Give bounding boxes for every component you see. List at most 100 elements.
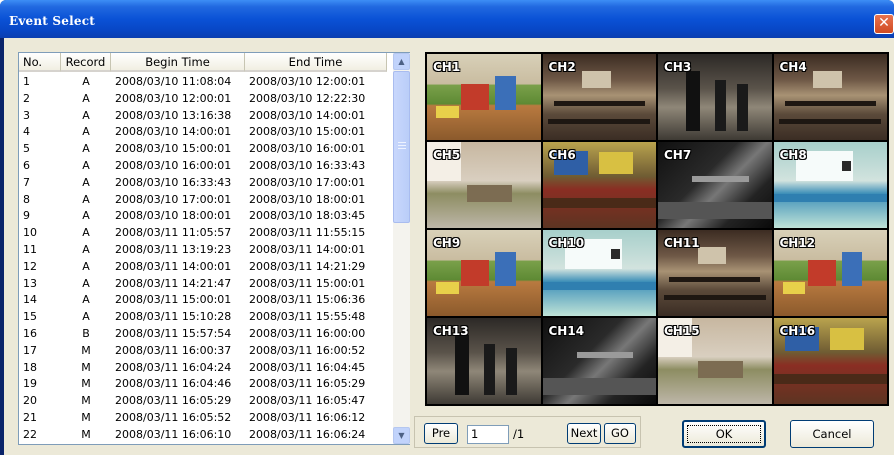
video-frame-detail <box>466 185 513 203</box>
cell-end-time: 2008/03/11 16:04:45 <box>249 360 366 374</box>
table-row[interactable]: 2 A 2008/03/10 12:00:01 2008/03/10 12:22:30 <box>19 91 391 108</box>
camera-view-1[interactable]: CH1 <box>427 54 541 140</box>
video-frame-detail <box>483 343 496 396</box>
channel-label: CH5 <box>433 148 461 162</box>
table-row[interactable]: 13 A 2008/03/11 14:21:47 2008/03/11 15:00:0… <box>19 276 391 293</box>
table-row[interactable]: 8 A 2008/03/10 17:00:01 2008/03/10 18:00:01 <box>19 192 391 209</box>
cell-begin-time: 2008/03/11 15:00:01 <box>115 293 232 307</box>
cell-end-time: 2008/03/11 16:06:12 <box>249 410 366 424</box>
table-row[interactable]: 12 A 2008/03/11 14:00:01 2008/03/11 14:21:2… <box>19 259 391 276</box>
cell-record: M <box>81 410 91 424</box>
cell-record: B <box>82 326 90 340</box>
video-frame-detail <box>542 378 656 396</box>
channel-label: CH10 <box>548 236 585 250</box>
channel-label: CH7 <box>664 148 692 162</box>
column-header-end-time[interactable]: End Time <box>245 53 387 72</box>
chevron-down-icon: ▼ <box>398 431 405 440</box>
window-title: Event Select <box>9 14 95 28</box>
table-row[interactable]: 7 A 2008/03/10 16:33:43 2008/03/10 17:00:01 <box>19 175 391 192</box>
camera-view-11[interactable]: CH11 <box>658 230 772 316</box>
table-row[interactable]: 9 A 2008/03/10 18:00:01 2008/03/10 18:03:45 <box>19 208 391 225</box>
column-header-begin-time[interactable]: Begin Time <box>111 53 245 72</box>
table-row[interactable]: 16 B 2008/03/11 15:57:54 2008/03/11 16:00:0… <box>19 326 391 343</box>
column-header-record[interactable]: Record <box>61 53 111 72</box>
video-frame-detail <box>461 260 490 286</box>
camera-view-3[interactable]: CH3 <box>658 54 772 140</box>
video-frame-detail <box>782 281 806 294</box>
table-row[interactable]: 14 A 2008/03/11 15:00:01 2008/03/11 15:06:3… <box>19 292 391 309</box>
cell-end-time: 2008/03/11 15:00:01 <box>249 276 366 290</box>
camera-view-7[interactable]: CH7 <box>658 142 772 228</box>
table-row[interactable]: 21 M 2008/03/11 16:05:52 2008/03/11 16:06:1… <box>19 410 391 427</box>
table-row[interactable]: 20 M 2008/03/11 16:05:29 2008/03/11 16:05:4… <box>19 393 391 410</box>
table-row[interactable]: 4 A 2008/03/10 14:00:01 2008/03/10 15:00:01 <box>19 124 391 141</box>
scroll-down-button[interactable]: ▼ <box>393 427 410 444</box>
scroll-thumb[interactable] <box>393 71 410 223</box>
table-row[interactable]: 19 M 2008/03/11 16:04:46 2008/03/11 16:05:2… <box>19 376 391 393</box>
table-row[interactable]: 5 A 2008/03/10 15:00:01 2008/03/10 16:00:01 <box>19 141 391 158</box>
cell-no: 14 <box>23 293 37 307</box>
table-row[interactable]: 1 A 2008/03/10 11:08:04 2008/03/10 12:00:01 <box>19 74 391 91</box>
video-frame-detail <box>773 193 887 203</box>
cell-record: M <box>81 394 91 408</box>
page-number-input[interactable]: 1 <box>467 425 509 444</box>
table-row[interactable]: 15 A 2008/03/11 15:10:28 2008/03/11 15:55:4… <box>19 309 391 326</box>
cell-no: 9 <box>23 209 30 223</box>
cell-end-time: 2008/03/10 18:03:45 <box>249 209 366 223</box>
camera-view-13[interactable]: CH13 <box>427 318 541 404</box>
scroll-up-button[interactable]: ▲ <box>393 53 410 70</box>
video-frame-detail <box>697 361 744 379</box>
table-row[interactable]: 3 A 2008/03/10 13:16:38 2008/03/10 14:00:01 <box>19 108 391 125</box>
table-row[interactable]: 10 A 2008/03/11 11:05:57 2008/03/11 11:55:1… <box>19 225 391 242</box>
camera-view-9[interactable]: CH9 <box>427 230 541 316</box>
camera-view-4[interactable]: CH4 <box>773 54 887 140</box>
camera-view-2[interactable]: CH2 <box>542 54 656 140</box>
cell-end-time: 2008/03/10 15:00:01 <box>249 125 366 139</box>
cell-end-time: 2008/03/11 16:05:47 <box>249 394 366 408</box>
vertical-scrollbar[interactable]: ▲ ▼ <box>393 53 410 444</box>
next-page-button[interactable]: Next <box>567 423 601 444</box>
cell-end-time: 2008/03/10 18:00:01 <box>249 192 366 206</box>
list-header: No. Record Begin Time End Time <box>19 53 387 72</box>
go-button[interactable]: GO <box>604 423 636 444</box>
ok-button[interactable]: OK <box>682 420 766 448</box>
cancel-button[interactable]: Cancel <box>790 420 874 448</box>
table-row[interactable]: 17 M 2008/03/11 16:00:37 2008/03/11 16:00:5… <box>19 343 391 360</box>
camera-view-6[interactable]: CH6 <box>542 142 656 228</box>
title-bar[interactable]: Event Select ✕ <box>0 0 894 38</box>
cell-begin-time: 2008/03/11 16:04:46 <box>115 377 232 391</box>
event-list[interactable]: No. Record Begin Time End Time 1 A 2008/03… <box>18 52 410 445</box>
video-frame-detail <box>714 79 727 132</box>
camera-view-10[interactable]: CH10 <box>542 230 656 316</box>
column-header-no[interactable]: No. <box>19 53 61 72</box>
table-row[interactable]: 22 M 2008/03/11 16:06:10 2008/03/11 16:06:2… <box>19 427 391 444</box>
cell-no: 6 <box>23 158 30 172</box>
table-row[interactable]: 6 A 2008/03/10 16:00:01 2008/03/10 16:33:43 <box>19 158 391 175</box>
cell-no: 21 <box>23 410 37 424</box>
camera-view-5[interactable]: CH5 <box>427 142 541 228</box>
cell-begin-time: 2008/03/11 15:10:28 <box>115 310 232 324</box>
cell-record: M <box>81 360 91 374</box>
cell-record: A <box>82 242 90 256</box>
cell-end-time: 2008/03/11 16:05:29 <box>249 377 366 391</box>
cell-no: 18 <box>23 360 37 374</box>
camera-view-15[interactable]: CH15 <box>658 318 772 404</box>
cell-no: 4 <box>23 125 30 139</box>
video-frame-detail <box>813 71 842 89</box>
video-frame-detail <box>784 101 876 107</box>
cell-end-time: 2008/03/11 15:55:48 <box>249 310 366 324</box>
cell-begin-time: 2008/03/11 16:05:29 <box>115 394 232 408</box>
camera-view-16[interactable]: CH16 <box>773 318 887 404</box>
cell-begin-time: 2008/03/10 12:00:01 <box>115 91 232 105</box>
channel-label: CH1 <box>433 60 461 74</box>
previous-page-button[interactable]: Pre <box>424 423 458 444</box>
cell-no: 2 <box>23 91 30 105</box>
camera-view-14[interactable]: CH14 <box>542 318 656 404</box>
camera-view-8[interactable]: CH8 <box>773 142 887 228</box>
table-row[interactable]: 18 M 2008/03/11 16:04:24 2008/03/11 16:04:4… <box>19 360 391 377</box>
video-frame-detail <box>841 160 851 172</box>
camera-view-12[interactable]: CH12 <box>773 230 887 316</box>
close-button[interactable]: ✕ <box>874 14 894 34</box>
event-select-window: Event Select ✕ No. Record Begin Time End… <box>0 0 894 455</box>
table-row[interactable]: 11 A 2008/03/11 13:19:23 2008/03/11 14:00:0… <box>19 242 391 259</box>
